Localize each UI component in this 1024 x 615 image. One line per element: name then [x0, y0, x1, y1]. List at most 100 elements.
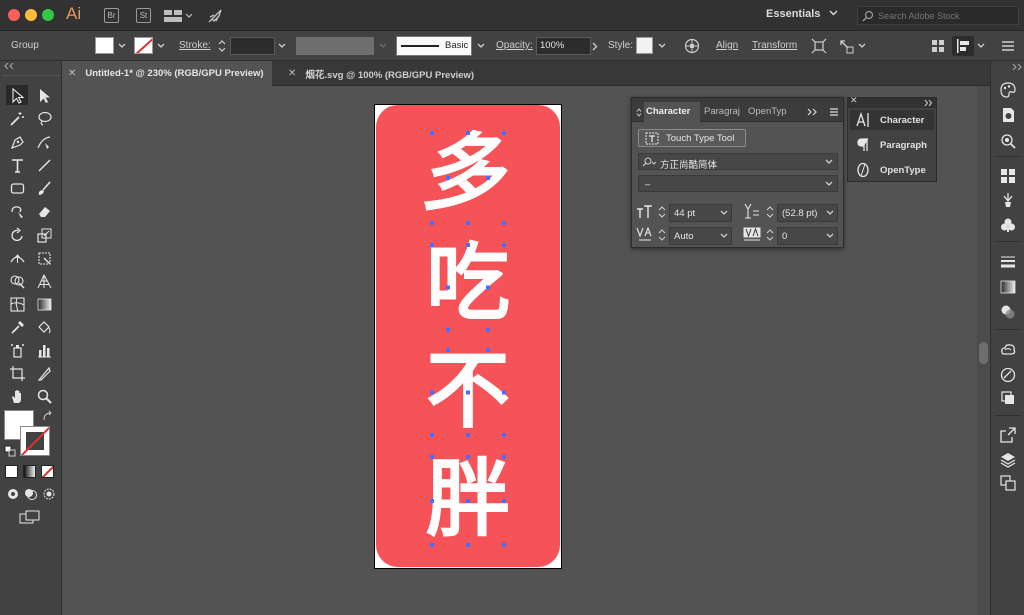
dock-item-character[interactable]: Character	[850, 110, 934, 130]
gpu-performance-button[interactable]	[206, 7, 224, 25]
workspace-switcher[interactable]: Essentials	[766, 8, 820, 20]
chevron-down-icon[interactable]	[278, 43, 286, 49]
font-size-input[interactable]: 44 pt	[669, 204, 732, 222]
recolor-icon[interactable]	[1000, 133, 1016, 149]
eraser-tool[interactable]	[33, 201, 55, 221]
outlined-glyph-bu[interactable]: 不	[376, 344, 560, 438]
chevron-down-icon[interactable]	[858, 43, 866, 49]
artboards-icon[interactable]	[1000, 475, 1016, 491]
rectangle-tool[interactable]	[6, 178, 28, 198]
touch-type-tool-button[interactable]: Touch Type Tool	[638, 129, 746, 147]
panel-menu-icon[interactable]	[829, 107, 839, 117]
fill-color-swatch[interactable]	[95, 37, 114, 54]
expand-dock-icon[interactable]	[924, 100, 933, 106]
chevron-right-icon[interactable]	[592, 42, 598, 51]
isolate-group-icon[interactable]	[811, 38, 827, 54]
color-palette-icon[interactable]	[1000, 82, 1016, 98]
dock-item-paragraph[interactable]: Paragraph	[850, 135, 934, 155]
hand-tool[interactable]	[6, 386, 28, 406]
variable-width-profile[interactable]	[296, 37, 374, 55]
chevron-down-icon[interactable]	[379, 43, 387, 49]
artboard-tool[interactable]	[6, 363, 28, 383]
zoom-tool[interactable]	[33, 386, 55, 406]
draw-inside-icon[interactable]	[42, 488, 56, 500]
stock-button[interactable]: St	[136, 8, 151, 23]
color-mode-button[interactable]	[5, 465, 18, 478]
gradient-tool[interactable]	[33, 294, 55, 314]
lasso-tool[interactable]	[33, 108, 55, 128]
graphic-style-swatch[interactable]	[636, 37, 653, 54]
close-tab-icon[interactable]: ✕	[288, 68, 296, 79]
panel-menu-icon[interactable]	[1001, 39, 1015, 53]
rotate-tool[interactable]	[6, 225, 28, 245]
column-graph-tool[interactable]	[33, 340, 55, 360]
stroke-label[interactable]: Stroke:	[179, 40, 211, 51]
libraries-icon[interactable]	[1000, 341, 1016, 357]
width-tool[interactable]	[6, 248, 28, 268]
font-style-select[interactable]: –	[638, 175, 838, 192]
color-guide-icon[interactable]	[1000, 107, 1016, 123]
opacity-input[interactable]: 100%	[536, 37, 591, 55]
scroll-thumb[interactable]	[979, 342, 988, 364]
brushes-icon[interactable]	[1000, 192, 1016, 208]
dock-item-opentype[interactable]: OpenType	[850, 160, 934, 180]
font-size-stepper-icon[interactable]	[657, 204, 667, 220]
chevron-down-icon[interactable]	[829, 10, 838, 16]
tab-paragraph[interactable]: Paragraj	[704, 102, 744, 122]
screen-mode-icon[interactable]	[19, 510, 41, 524]
panel-options-toggle-icon[interactable]	[636, 108, 642, 117]
collapse-strip-icon[interactable]	[1012, 64, 1022, 70]
brush-definition-select[interactable]: Basic	[396, 36, 472, 56]
slice-tool[interactable]	[33, 363, 55, 383]
symbol-sprayer-tool[interactable]	[6, 340, 28, 360]
window-maximize-button[interactable]	[42, 9, 54, 21]
curvature-tool[interactable]	[33, 132, 55, 152]
draw-normal-icon[interactable]	[6, 488, 20, 500]
symbols-icon[interactable]	[1000, 217, 1016, 233]
opacity-label[interactable]: Opacity:	[496, 40, 533, 51]
stroke-weight-input[interactable]	[230, 37, 275, 55]
puppet-warp-icon[interactable]	[838, 38, 854, 54]
graphic-styles-icon[interactable]	[1000, 390, 1016, 406]
swatches-icon[interactable]	[1000, 168, 1016, 184]
free-transform-tool[interactable]	[33, 248, 55, 268]
window-minimize-button[interactable]	[25, 9, 37, 21]
stroke-color-swatch[interactable]	[134, 37, 153, 54]
transform-link[interactable]: Transform	[752, 40, 797, 51]
stroke-color-box[interactable]	[20, 426, 50, 456]
kerning-stepper-icon[interactable]	[657, 227, 667, 243]
dock-header[interactable]: ✕	[848, 96, 936, 108]
live-paint-bucket-tool[interactable]	[33, 317, 55, 337]
chevron-down-icon[interactable]	[977, 43, 985, 49]
recolor-artwork-icon[interactable]	[684, 38, 700, 54]
more-tabs-icon[interactable]	[807, 108, 818, 116]
close-tab-icon[interactable]: ✕	[68, 68, 76, 79]
window-close-button[interactable]	[8, 9, 20, 21]
close-dock-icon[interactable]: ✕	[850, 96, 858, 106]
stock-search[interactable]	[857, 6, 1019, 25]
chevron-down-icon[interactable]	[157, 43, 165, 49]
collapse-toolbar-icon[interactable]	[4, 63, 14, 69]
font-family-select[interactable]: 方正尚酷简体	[638, 153, 838, 171]
shape-builder-tool[interactable]	[6, 271, 28, 291]
align-link[interactable]: Align	[716, 40, 738, 51]
properties-toggle[interactable]	[952, 36, 974, 56]
outlined-glyph-chi[interactable]: 吃	[376, 236, 560, 330]
arrange-panels-icon[interactable]	[932, 40, 944, 52]
tab-character[interactable]: Character	[644, 102, 700, 122]
line-segment-tool[interactable]	[33, 155, 55, 175]
kerning-input[interactable]: Auto	[669, 227, 732, 245]
magic-wand-tool[interactable]	[6, 108, 28, 128]
shaper-tool[interactable]	[6, 201, 28, 221]
appearance-icon[interactable]	[1000, 367, 1016, 383]
layers-icon[interactable]	[1000, 452, 1016, 468]
leading-input[interactable]: (52.8 pt)	[777, 204, 838, 222]
chevron-down-icon[interactable]	[118, 43, 126, 49]
tracking-stepper-icon[interactable]	[765, 227, 775, 243]
outlined-glyph-duo[interactable]: 多	[366, 124, 570, 222]
pen-tool[interactable]	[6, 132, 28, 152]
scale-tool[interactable]	[33, 225, 55, 245]
search-input[interactable]	[878, 8, 1016, 23]
type-tool[interactable]	[6, 155, 28, 175]
tab-opentype[interactable]: OpenTyp	[748, 102, 788, 122]
